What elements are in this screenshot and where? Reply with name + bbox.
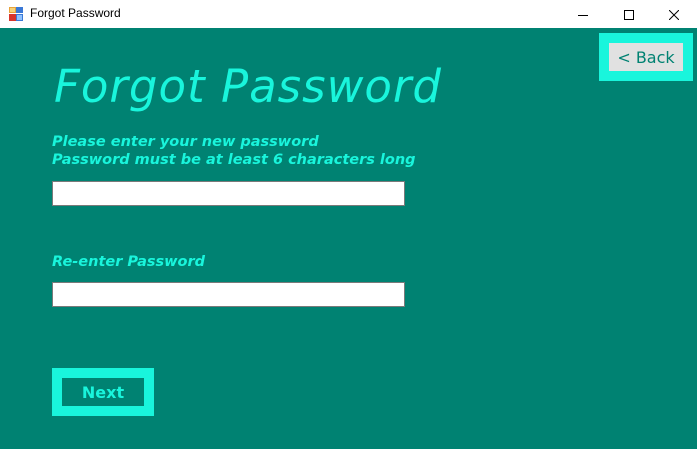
password-requirement-label: Password must be at least 6 characters l… — [52, 152, 416, 168]
window-title: Forgot Password — [30, 6, 121, 20]
forgot-password-window: Forgot Password Forgot Password Please e… — [0, 0, 697, 449]
maximize-button[interactable] — [606, 0, 652, 28]
minimize-button[interactable] — [560, 0, 606, 28]
form-body: Forgot Password Please enter your new pa… — [0, 28, 697, 449]
page-title: Forgot Password — [54, 60, 442, 113]
windows-form-icon — [9, 6, 23, 21]
maximize-icon — [624, 5, 634, 24]
next-button[interactable]: Next — [52, 368, 154, 416]
reenter-password-label: Re-enter Password — [52, 254, 206, 270]
new-password-input[interactable] — [52, 181, 405, 206]
title-bar[interactable]: Forgot Password — [0, 0, 697, 28]
minimize-icon — [578, 5, 588, 24]
close-button[interactable] — [651, 0, 697, 28]
back-button[interactable]: < Back — [599, 33, 693, 81]
close-icon — [668, 5, 680, 24]
reenter-password-input[interactable] — [52, 282, 405, 307]
new-password-label: Please enter your new password — [52, 134, 319, 150]
